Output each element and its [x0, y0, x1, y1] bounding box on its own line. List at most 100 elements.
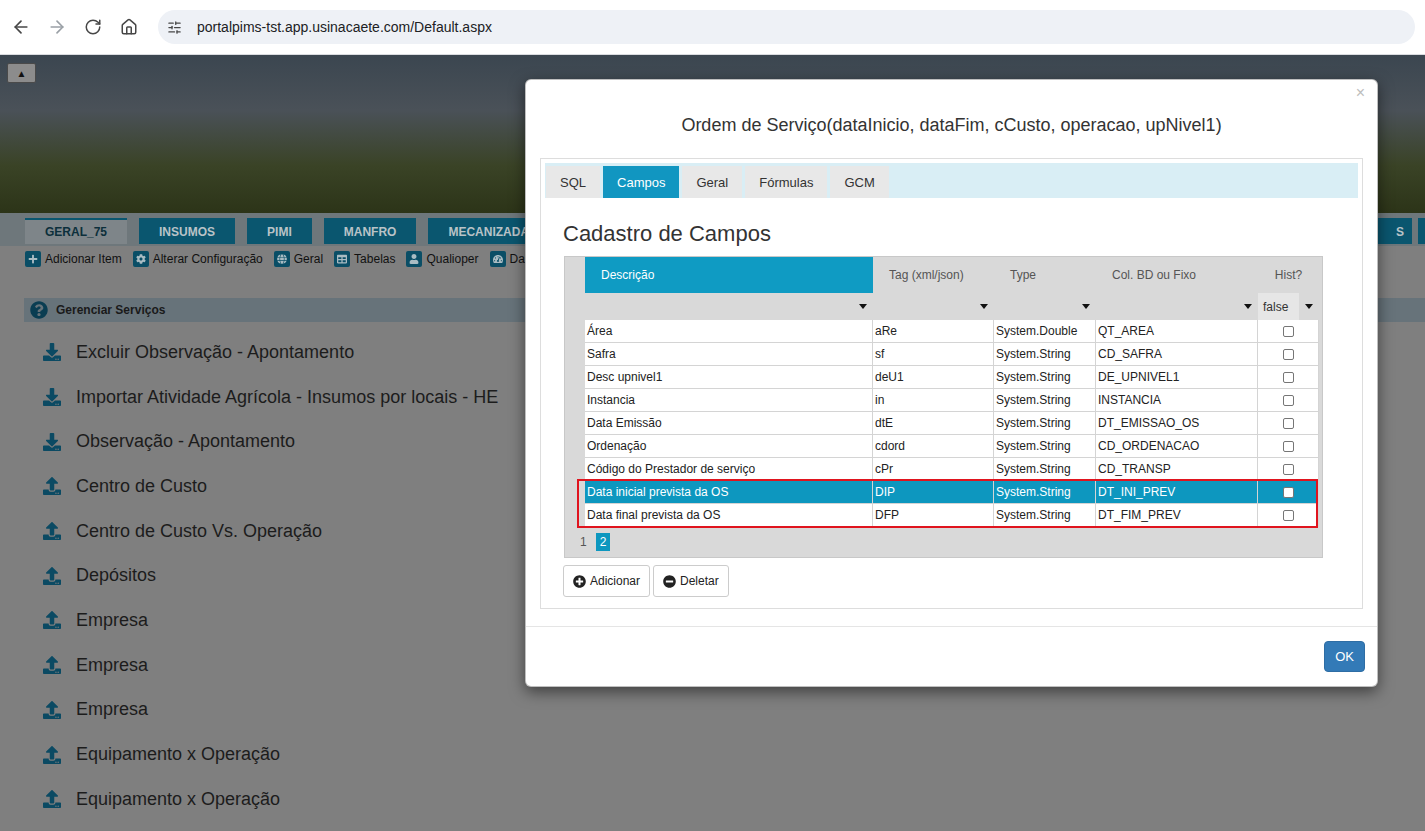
question-icon[interactable] [30, 301, 48, 319]
grid-cell[interactable]: cPr [873, 458, 994, 481]
reload-button[interactable] [75, 9, 111, 45]
hist-checkbox[interactable] [1283, 418, 1294, 429]
grid-cell[interactable]: CD_ORDENACAO [1096, 435, 1258, 458]
grid-cell[interactable]: Área [585, 320, 873, 343]
grid-row[interactable]: ÁreaaReSystem.DoubleQT_AREA [565, 320, 1322, 343]
hist-cell[interactable] [1258, 412, 1319, 435]
grid-cell[interactable]: DT_INI_PREV [1096, 481, 1258, 504]
hist-checkbox[interactable] [1283, 395, 1294, 406]
hist-cell[interactable] [1258, 435, 1319, 458]
module-tab[interactable]: GERAL_75 [25, 218, 127, 244]
grid-cell[interactable]: dtE [873, 412, 994, 435]
forward-button[interactable] [39, 9, 75, 45]
hist-checkbox[interactable] [1283, 510, 1294, 521]
grid-cell[interactable]: System.String [994, 366, 1096, 389]
column-header[interactable]: Descrição [585, 257, 873, 293]
module-tab[interactable]: S [1372, 218, 1412, 244]
dialog-tab[interactable]: GCM [830, 166, 888, 198]
hist-checkbox[interactable] [1283, 464, 1294, 475]
grid-cell[interactable]: sf [873, 343, 994, 366]
hist-cell[interactable] [1258, 389, 1319, 412]
close-button[interactable]: × [1356, 84, 1365, 102]
module-tab-edge[interactable] [1418, 218, 1425, 244]
dialog-tab[interactable]: Campos [603, 166, 679, 198]
toolbar-item[interactable]: Adicionar Item [25, 251, 122, 267]
grid-cell[interactable]: System.String [994, 458, 1096, 481]
grid-cell[interactable]: Instancia [585, 389, 873, 412]
column-header[interactable]: Hist? [1258, 257, 1319, 293]
grid-cell[interactable]: DFP [873, 504, 994, 527]
hist-cell[interactable] [1258, 504, 1319, 527]
hist-filter-button[interactable] [1299, 293, 1319, 320]
grid-cell[interactable]: System.String [994, 504, 1096, 527]
service-item[interactable]: Empresa [24, 688, 1425, 733]
grid-cell[interactable]: deU1 [873, 366, 994, 389]
grid-cell[interactable]: DT_FIM_PREV [1096, 504, 1258, 527]
hist-cell[interactable] [1258, 366, 1319, 389]
grid-cell[interactable]: Safra [585, 343, 873, 366]
delete-button[interactable]: Deletar [653, 565, 729, 597]
column-filter[interactable] [1096, 293, 1258, 320]
grid-cell[interactable]: CD_SAFRA [1096, 343, 1258, 366]
grid-cell[interactable]: in [873, 389, 994, 412]
grid-row[interactable]: Data inicial prevista da OSDIPSystem.Str… [565, 481, 1322, 504]
grid-cell[interactable]: System.String [994, 412, 1096, 435]
column-filter[interactable] [585, 293, 873, 320]
grid-row[interactable]: Data EmissãodtESystem.StringDT_EMISSAO_O… [565, 412, 1322, 435]
toolbar-item[interactable]: Alterar Configuração [133, 251, 263, 267]
grid-row[interactable]: SafrasfSystem.StringCD_SAFRA [565, 343, 1322, 366]
page-link[interactable]: 2 [596, 533, 611, 551]
module-tab[interactable]: PIMI [247, 218, 312, 244]
grid-cell[interactable]: Código do Prestador de serviço [585, 458, 873, 481]
grid-row[interactable]: Data final prevista da OSDFPSystem.Strin… [565, 504, 1322, 527]
address-bar[interactable]: portalpims-tst.app.usinacaete.com/Defaul… [158, 10, 1415, 44]
collapse-button[interactable]: ▲ [7, 63, 36, 83]
grid-cell[interactable]: CD_TRANSP [1096, 458, 1258, 481]
service-item[interactable]: Equipamento x Operação [24, 732, 1425, 777]
hist-cell[interactable] [1258, 320, 1319, 343]
home-button[interactable] [111, 9, 147, 45]
grid-row[interactable]: OrdenaçãocdordSystem.StringCD_ORDENACAO [565, 435, 1322, 458]
hist-checkbox[interactable] [1283, 441, 1294, 452]
grid-cell[interactable]: DIP [873, 481, 994, 504]
column-header[interactable]: Type [994, 257, 1096, 293]
ok-button[interactable]: OK [1324, 641, 1365, 672]
grid-row[interactable]: Código do Prestador de serviçocPrSystem.… [565, 458, 1322, 481]
grid-row[interactable]: InstanciainSystem.StringINSTANCIA [565, 389, 1322, 412]
grid-cell[interactable]: DT_EMISSAO_OS [1096, 412, 1258, 435]
dialog-tab[interactable]: SQL [546, 166, 600, 198]
hist-checkbox[interactable] [1283, 487, 1294, 498]
site-info-button[interactable] [164, 17, 184, 37]
grid-cell[interactable]: System.String [994, 435, 1096, 458]
grid-cell[interactable]: cdord [873, 435, 994, 458]
grid-cell[interactable]: Ordenação [585, 435, 873, 458]
column-header[interactable]: Col. BD ou Fixo [1096, 257, 1258, 293]
hist-cell[interactable] [1258, 481, 1319, 504]
grid-cell[interactable]: INSTANCIA [1096, 389, 1258, 412]
hist-checkbox[interactable] [1283, 349, 1294, 360]
grid-row[interactable]: Desc upnivel1deU1System.StringDE_UPNIVEL… [565, 366, 1322, 389]
back-button[interactable] [3, 9, 39, 45]
hist-checkbox[interactable] [1283, 372, 1294, 383]
service-item[interactable]: Equipamento x Operação [24, 777, 1425, 822]
page-link[interactable]: 1 [576, 533, 591, 551]
column-filter[interactable] [873, 293, 994, 320]
hist-checkbox[interactable] [1283, 326, 1294, 337]
grid-cell[interactable]: DE_UPNIVEL1 [1096, 366, 1258, 389]
dialog-tab[interactable]: Fórmulas [745, 166, 827, 198]
grid-cell[interactable]: System.String [994, 343, 1096, 366]
grid-cell[interactable]: QT_AREA [1096, 320, 1258, 343]
grid-cell[interactable]: System.Double [994, 320, 1096, 343]
grid-cell[interactable]: Data Emissão [585, 412, 873, 435]
grid-cell[interactable]: System.String [994, 481, 1096, 504]
grid-cell[interactable]: aRe [873, 320, 994, 343]
toolbar-item[interactable]: Qualioper [406, 251, 478, 267]
add-button[interactable]: Adicionar [563, 565, 650, 597]
column-header[interactable]: Tag (xml/json) [873, 257, 994, 293]
hist-cell[interactable] [1258, 343, 1319, 366]
dialog-tab[interactable]: Geral [682, 166, 742, 198]
hist-filter[interactable]: false [1258, 293, 1319, 320]
url-text[interactable]: portalpims-tst.app.usinacaete.com/Defaul… [197, 19, 492, 35]
column-filter[interactable] [994, 293, 1096, 320]
grid-cell[interactable]: Data inicial prevista da OS [585, 481, 873, 504]
